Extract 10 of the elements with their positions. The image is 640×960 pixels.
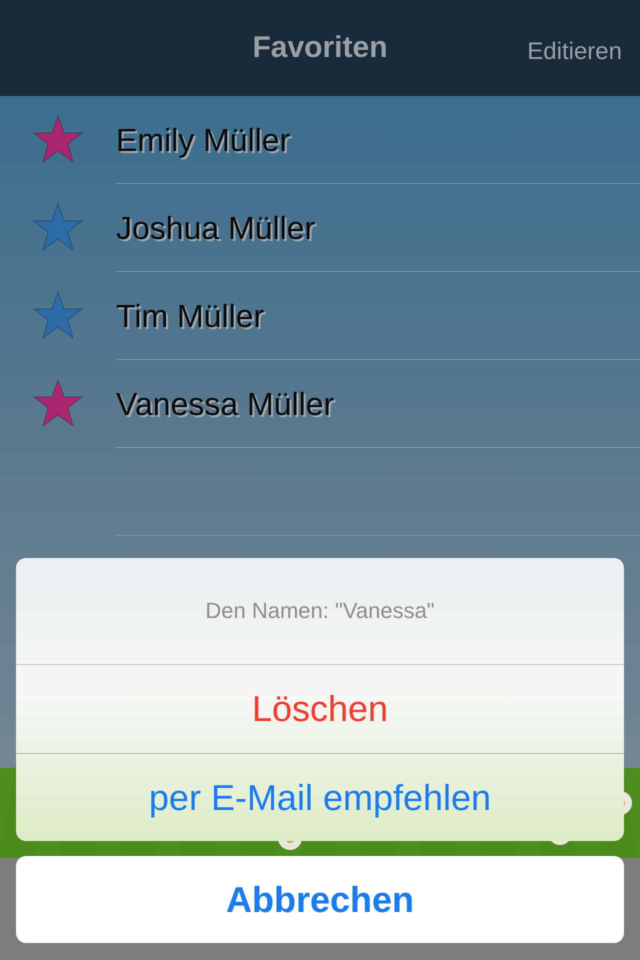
nav-title: Favoriten <box>252 31 388 65</box>
sheet-title: Den Namen: "Vanessa" <box>16 558 624 665</box>
action-button[interactable]: Löschen <box>16 665 624 753</box>
edit-button[interactable]: Editieren <box>527 38 622 66</box>
cancel-button[interactable]: Abbrechen <box>16 856 624 943</box>
favorite-name[interactable]: Emily Müller <box>116 122 290 158</box>
favorite-name[interactable]: Joshua Müller <box>116 210 316 246</box>
favorite-name[interactable]: Tim Müller <box>116 298 264 334</box>
action-button[interactable]: per E-Mail empfehlen <box>16 753 624 841</box>
favorite-name[interactable]: Vanessa Müller <box>116 386 334 422</box>
